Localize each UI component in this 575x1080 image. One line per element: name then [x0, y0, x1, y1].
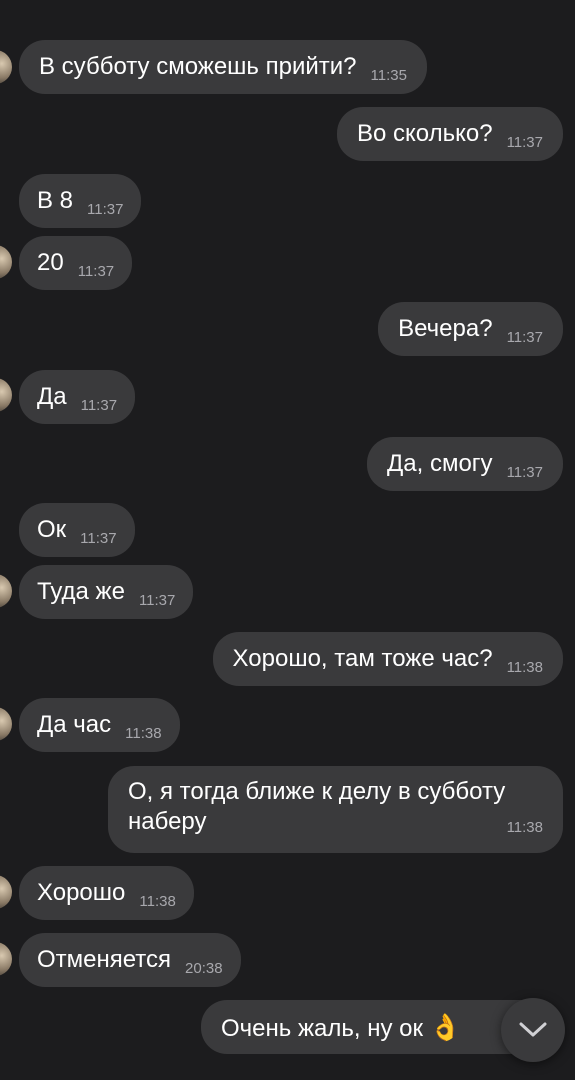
message-text: Ок [37, 516, 67, 543]
message-text: Да [37, 383, 67, 410]
message-bubble-incoming[interactable]: Да час 11:38 [19, 698, 180, 752]
message-time: 11:38 [506, 659, 543, 676]
message-text: Очень жаль, ну ок [221, 1015, 423, 1042]
message-bubble-outgoing[interactable]: Хорошо, там тоже час? 11:38 [212, 632, 563, 686]
ok-hand-emoji: 👌 [428, 1012, 462, 1042]
avatar[interactable] [0, 942, 12, 976]
message-bubble-outgoing[interactable]: Вечера? 11:37 [378, 302, 563, 356]
message-bubble-incoming[interactable]: Отменяется 20:38 [19, 933, 241, 987]
message-bubble-incoming[interactable]: 20 11:37 [19, 236, 133, 290]
message-bubble-outgoing[interactable]: Во сколько? 11:37 [336, 107, 563, 161]
avatar[interactable] [0, 245, 12, 279]
message-time: 11:37 [87, 201, 124, 218]
message-text: Хорошо, там тоже час? [232, 645, 493, 672]
chat-view: В субботу сможешь прийти? 11:35 Во скольк… [0, 0, 575, 1080]
message-time: 11:37 [80, 530, 117, 547]
message-bubble-incoming[interactable]: В 8 11:37 [19, 174, 142, 228]
message-time: 11:37 [138, 592, 176, 609]
message-text: Да, смогу [387, 450, 493, 477]
message-bubble-incoming[interactable]: Хорошо 11:38 [19, 866, 194, 920]
message-bubble-outgoing[interactable]: Да, смогу 11:37 [367, 437, 563, 491]
message-text: Да час [37, 711, 112, 738]
message-text: В субботу сможешь прийти? [39, 53, 357, 80]
message-text: Вечера? [398, 315, 493, 342]
avatar[interactable] [0, 707, 12, 741]
message-time: 11:37 [506, 134, 543, 151]
message-bubble-outgoing[interactable]: О, я тогда ближе к делу в субботу наберу… [108, 766, 563, 853]
avatar[interactable] [0, 378, 12, 412]
message-time: 11:38 [506, 819, 543, 836]
message-time: 11:37 [77, 263, 115, 280]
message-text: О, я тогда ближе к делу в субботу наберу [128, 778, 506, 835]
message-text: Отменяется [37, 946, 172, 973]
message-time: 11:38 [139, 893, 176, 910]
message-bubble-incoming[interactable]: Туда же 11:37 [19, 565, 194, 619]
message-text: 20 [37, 249, 64, 276]
message-text: Туда же [37, 578, 125, 605]
chevron-down-icon [519, 1022, 547, 1037]
message-time: 20:38 [185, 960, 223, 977]
message-bubble-incoming[interactable]: Да 11:37 [19, 370, 136, 424]
scroll-down-button[interactable] [501, 998, 565, 1062]
message-text: Во сколько? [356, 120, 493, 147]
message-time: 11:37 [506, 329, 543, 346]
message-time: 11:37 [506, 464, 543, 481]
avatar[interactable] [0, 50, 12, 84]
message-time: 11:37 [80, 397, 118, 414]
avatar[interactable] [0, 875, 12, 909]
message-bubble-incoming[interactable]: Ок 11:37 [19, 503, 135, 557]
message-time: 11:35 [370, 67, 407, 84]
message-text: В 8 [37, 187, 74, 214]
message-time: 11:38 [125, 725, 162, 742]
message-text: Хорошо [37, 879, 126, 906]
avatar[interactable] [0, 574, 12, 608]
message-bubble-incoming[interactable]: В субботу сможешь прийти? 11:35 [19, 40, 427, 94]
